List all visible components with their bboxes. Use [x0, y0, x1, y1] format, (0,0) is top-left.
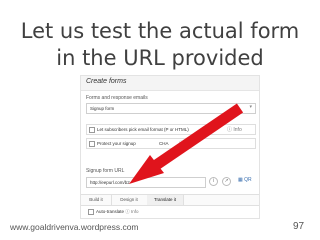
info-icon[interactable]: ⓘ Info [227, 126, 242, 133]
auto-translate-checkbox[interactable] [88, 209, 94, 215]
captcha-option[interactable]: Protect your signup CHA ⓘ Info [86, 138, 256, 149]
share-icon[interactable]: ↗ [222, 177, 231, 186]
slide-title: Let us test the actual form in the URL p… [0, 18, 320, 72]
email-format-label: Let subscribers pick email format (P or … [97, 126, 189, 132]
panel-header: Create forms [81, 76, 259, 91]
footer-url: www.goaldrivenva.wordpress.com [10, 222, 139, 232]
info-icon[interactable]: ⓘ Info [179, 140, 194, 147]
slide-title-line-1: Let us test the actual form [20, 19, 300, 43]
form-settings-screenshot: Create forms Forms and response emails S… [80, 75, 260, 219]
signup-url-value: http://eepurl.com/b2 [90, 179, 130, 185]
signup-url-label: Signup form URL [86, 168, 125, 174]
page-number: 97 [293, 221, 305, 232]
tab-design-it[interactable]: Design it [111, 195, 148, 205]
auto-translate-label: Auto-translate ⓘ Info [96, 209, 139, 214]
info-circle-icon[interactable]: i [209, 177, 218, 186]
captcha-label: Protect your signup CHA [97, 140, 169, 146]
form-type-select[interactable]: Signup form ▾ [86, 103, 256, 114]
email-format-option[interactable]: Let subscribers pick email format (P or … [86, 124, 256, 135]
tab-translate-it[interactable]: Translate it [147, 195, 184, 205]
section-label: Forms and response emails [86, 95, 148, 101]
email-format-checkbox[interactable] [89, 126, 95, 133]
slide-title-line-2: in the URL provided [56, 46, 264, 70]
tab-bar: Build it Design it Translate it [81, 194, 259, 206]
signup-url-field[interactable]: http://eepurl.com/b2 [86, 177, 206, 188]
panel-header-title: Create forms [86, 78, 127, 85]
tab-build-it[interactable]: Build it [81, 195, 112, 205]
qr-code-link[interactable]: ▦ QR [238, 177, 252, 183]
captcha-checkbox[interactable] [89, 140, 95, 147]
form-type-select-value: Signup form [90, 105, 115, 111]
auto-translate-option[interactable]: Auto-translate ⓘ Info [86, 208, 146, 216]
chevron-down-icon: ▾ [249, 104, 252, 110]
